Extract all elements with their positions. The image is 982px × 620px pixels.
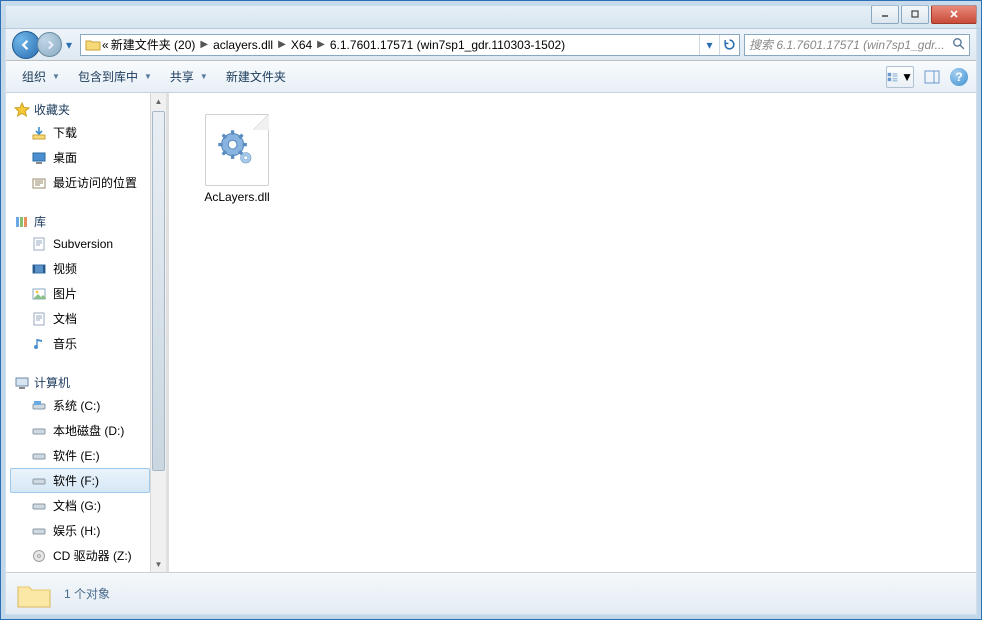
drive-icon [31, 398, 47, 414]
breadcrumb-item[interactable]: 6.1.7601.17571 (win7sp1_gdr.110303-1502) [329, 38, 566, 52]
file-thumbnail [205, 114, 269, 186]
include-in-library-menu[interactable]: 包含到库中▼ [70, 65, 160, 88]
music-icon [31, 336, 47, 352]
body: 收藏夹 下载 桌面 最近访问的位置 [6, 93, 976, 572]
chevron-right-icon[interactable]: ▶ [274, 39, 290, 50]
sidebar-item-music[interactable]: 音乐 [10, 331, 150, 356]
titlebar [1, 1, 981, 29]
video-icon [31, 261, 47, 277]
sidebar-item-pictures[interactable]: 图片 [10, 281, 150, 306]
scroll-up-icon[interactable]: ▲ [151, 93, 166, 109]
breadcrumb-item[interactable]: X64 [290, 38, 313, 52]
sidebar-item-desktop[interactable]: 桌面 [10, 145, 150, 170]
sidebar-scrollbar[interactable]: ▲ ▼ [150, 93, 166, 572]
file-label: AcLayers.dll [204, 190, 269, 204]
sidebar-libraries-header[interactable]: 库 [10, 211, 150, 232]
navigation-pane: 收藏夹 下载 桌面 最近访问的位置 [6, 93, 166, 572]
drive-icon [31, 523, 47, 539]
sidebar-item-documents[interactable]: 文档 [10, 306, 150, 331]
download-icon [31, 125, 47, 141]
minimize-button[interactable] [871, 5, 899, 24]
scroll-down-icon[interactable]: ▼ [151, 556, 166, 572]
document-icon [31, 236, 47, 252]
search-placeholder: 搜索 6.1.7601.17571 (win7sp1_gdr... [749, 36, 945, 53]
document-icon [31, 311, 47, 327]
organize-menu[interactable]: 组织▼ [14, 65, 68, 88]
address-dropdown[interactable]: ▾ [699, 35, 719, 55]
chevron-right-icon[interactable]: ▶ [196, 39, 212, 50]
share-menu[interactable]: 共享▼ [162, 65, 216, 88]
picture-icon [31, 286, 47, 302]
drive-icon [31, 448, 47, 464]
navbar: ▾ « 新建文件夹 (20) ▶ aclayers.dll ▶ X64 ▶ 6.… [6, 29, 976, 61]
computer-icon [14, 375, 30, 391]
sidebar-item-drive-z[interactable]: CD 驱动器 (Z:) [10, 543, 150, 568]
toolbar: 组织▼ 包含到库中▼ 共享▼ 新建文件夹 ▼ ? [6, 61, 976, 93]
preview-pane-button[interactable] [918, 66, 946, 88]
file-list[interactable]: AcLayers.dll [169, 93, 976, 572]
sidebar-item-subversion[interactable]: Subversion [10, 232, 150, 256]
sidebar-item-videos[interactable]: 视频 [10, 256, 150, 281]
breadcrumb: « 新建文件夹 (20) ▶ aclayers.dll ▶ X64 ▶ 6.1.… [101, 35, 699, 55]
recent-icon [31, 175, 47, 191]
sidebar-favorites-header[interactable]: 收藏夹 [10, 99, 150, 120]
folder-icon [85, 37, 101, 53]
sidebar-item-drive-g[interactable]: 文档 (G:) [10, 493, 150, 518]
sidebar-item-drive-f[interactable]: 软件 (F:) [10, 468, 150, 493]
search-input[interactable]: 搜索 6.1.7601.17571 (win7sp1_gdr... [744, 34, 970, 56]
drive-icon [31, 423, 47, 439]
refresh-button[interactable] [719, 35, 739, 55]
sidebar-item-recent[interactable]: 最近访问的位置 [10, 170, 150, 195]
library-icon [14, 214, 30, 230]
file-item[interactable]: AcLayers.dll [189, 109, 285, 209]
breadcrumb-prefix: « [101, 38, 110, 52]
explorer-window: ▾ « 新建文件夹 (20) ▶ aclayers.dll ▶ X64 ▶ 6.… [0, 0, 982, 620]
breadcrumb-item[interactable]: 新建文件夹 (20) [110, 36, 197, 53]
sidebar-computer-header[interactable]: 计算机 [10, 372, 150, 393]
search-icon[interactable] [952, 37, 965, 53]
maximize-button[interactable] [901, 5, 929, 24]
sidebar-item-drive-e[interactable]: 软件 (E:) [10, 443, 150, 468]
gear-icon [215, 127, 259, 174]
star-icon [14, 102, 30, 118]
help-button[interactable]: ? [950, 68, 968, 86]
drive-icon [31, 498, 47, 514]
breadcrumb-item[interactable]: aclayers.dll [212, 38, 274, 52]
sidebar-item-drive-d[interactable]: 本地磁盘 (D:) [10, 418, 150, 443]
view-mode-button[interactable]: ▼ [886, 66, 914, 88]
drive-icon [31, 473, 47, 489]
chevron-right-icon[interactable]: ▶ [313, 39, 329, 50]
close-button[interactable] [931, 5, 977, 24]
forward-button[interactable] [37, 32, 62, 57]
status-bar: 1 个对象 [6, 572, 976, 614]
sidebar-item-drive-h[interactable]: 娱乐 (H:) [10, 518, 150, 543]
sidebar-item-downloads[interactable]: 下载 [10, 120, 150, 145]
back-button[interactable] [12, 31, 40, 59]
folder-icon [16, 579, 52, 609]
sidebar-item-drive-c[interactable]: 系统 (C:) [10, 393, 150, 418]
status-text: 1 个对象 [64, 585, 110, 602]
new-folder-button[interactable]: 新建文件夹 [218, 65, 294, 88]
history-dropdown[interactable]: ▾ [62, 35, 76, 55]
desktop-icon [31, 150, 47, 166]
address-bar[interactable]: « 新建文件夹 (20) ▶ aclayers.dll ▶ X64 ▶ 6.1.… [80, 34, 740, 56]
cd-drive-icon [31, 548, 47, 564]
scroll-thumb[interactable] [152, 111, 165, 471]
